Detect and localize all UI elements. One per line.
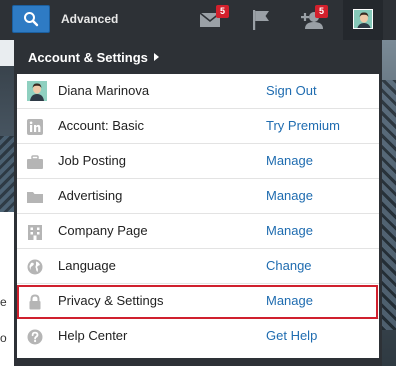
try-premium-link[interactable]: Try Premium	[266, 118, 340, 133]
job-posting-label: Job Posting	[58, 153, 126, 168]
language-change-link[interactable]: Change	[266, 258, 312, 273]
account-settings-dropdown: Account & Settings Diana Marinova Sign O…	[14, 40, 382, 366]
cut-off-text: o	[0, 331, 7, 345]
sign-out-link[interactable]: Sign Out	[266, 83, 317, 98]
page-background-left: e o	[0, 40, 14, 366]
envelope-icon	[199, 12, 223, 34]
job-posting-manage-link[interactable]: Manage	[266, 153, 313, 168]
flag-icon	[252, 10, 272, 35]
folder-icon	[27, 189, 43, 205]
menu-item-job-posting: Job Posting Manage	[17, 144, 379, 179]
messages-count-badge: 5	[216, 5, 229, 18]
add-connections-nav-item[interactable]: 5	[300, 5, 328, 35]
cut-off-text: e	[0, 295, 7, 309]
top-navigation-bar: Advanced 5 5	[0, 0, 396, 40]
menu-item-language: Language Change	[17, 249, 379, 284]
page-content-edge: e o	[0, 212, 14, 366]
briefcase-icon	[27, 154, 43, 170]
company-page-manage-link[interactable]: Manage	[266, 223, 313, 238]
account-settings-title: Account & Settings	[28, 50, 148, 65]
menu-item-privacy-settings: Privacy & Settings Manage	[17, 284, 379, 319]
profile-menu-tab[interactable]	[343, 0, 383, 40]
get-help-link[interactable]: Get Help	[266, 328, 317, 343]
advertising-label: Advertising	[58, 188, 123, 203]
palm-leaf-background	[382, 80, 396, 330]
search-button[interactable]	[12, 5, 50, 33]
privacy-settings-label: Privacy & Settings	[58, 293, 164, 308]
menu-item-account: Account: Basic Try Premium	[17, 109, 379, 144]
avatar	[27, 81, 47, 101]
menu-item-company-page: Company Page Manage	[17, 214, 379, 249]
language-label: Language	[58, 258, 116, 273]
messages-nav-item[interactable]: 5	[199, 5, 229, 35]
avatar	[353, 9, 373, 29]
help-icon	[27, 329, 43, 345]
globe-icon	[27, 259, 43, 275]
menu-item-profile: Diana Marinova Sign Out	[17, 74, 379, 109]
account-menu-list: Diana Marinova Sign Out Account: Basic T…	[17, 74, 379, 358]
account-settings-header[interactable]: Account & Settings	[28, 50, 159, 65]
advertising-manage-link[interactable]: Manage	[266, 188, 313, 203]
caret-right-icon	[153, 53, 159, 61]
menu-item-advertising: Advertising Manage	[17, 179, 379, 214]
connections-count-badge: 5	[315, 5, 328, 18]
company-page-label: Company Page	[58, 223, 148, 238]
building-icon	[27, 224, 43, 240]
lock-icon	[27, 294, 43, 310]
menu-item-help-center: Help Center Get Help	[17, 319, 379, 354]
linkedin-icon	[27, 119, 43, 135]
profile-name[interactable]: Diana Marinova	[58, 83, 149, 98]
page-background-right	[382, 40, 396, 366]
account-type-label: Account: Basic	[58, 118, 144, 133]
add-person-icon	[300, 12, 326, 34]
help-center-label: Help Center	[58, 328, 128, 343]
notifications-flag-nav-item[interactable]	[252, 9, 272, 36]
advanced-search-link[interactable]: Advanced	[61, 12, 118, 26]
privacy-settings-manage-link[interactable]: Manage	[266, 293, 313, 308]
